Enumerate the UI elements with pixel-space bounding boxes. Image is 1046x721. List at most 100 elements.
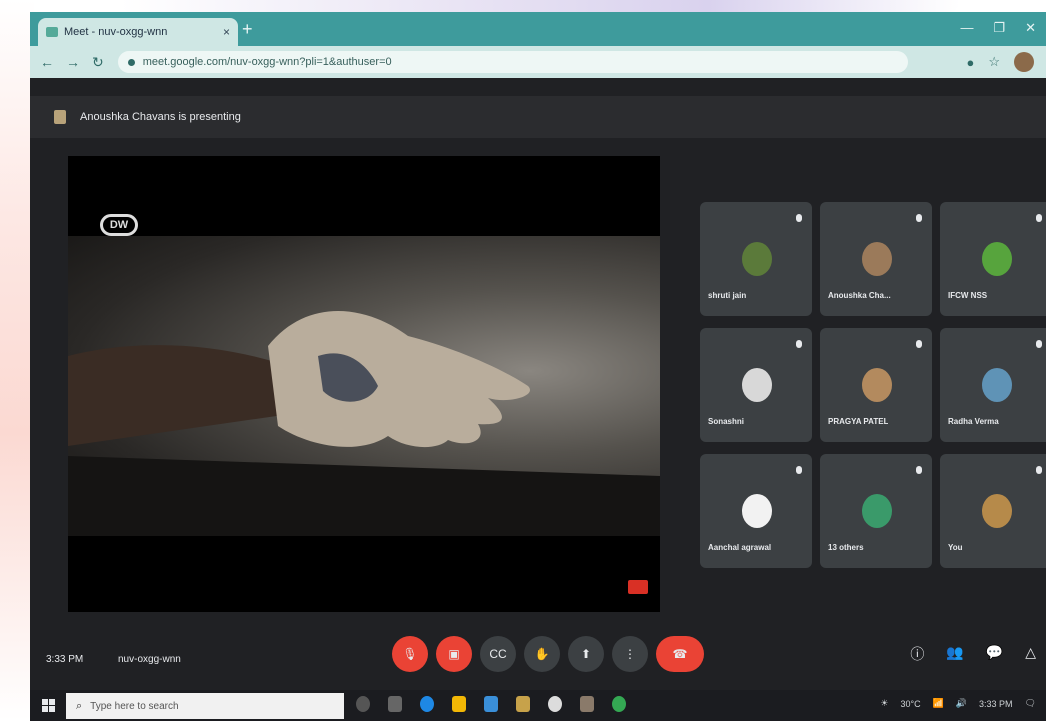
edge-icon[interactable] <box>420 696 434 712</box>
participant-name: You <box>948 543 963 552</box>
meeting-code: nuv-oxgg-wnn <box>118 654 181 665</box>
mic-status-icon <box>796 214 802 222</box>
camera-indicator-icon[interactable]: ● <box>966 55 974 70</box>
url-field[interactable]: meet.google.com/nuv-oxgg-wnn?pli=1&authu… <box>117 51 908 73</box>
windows-start-icon[interactable] <box>42 699 56 713</box>
participant-name: Sonashni <box>708 417 745 426</box>
meet-app: Anoushka Chavans is presenting DW shruti… <box>30 78 1046 690</box>
participant-avatar <box>742 368 772 402</box>
participant-avatar <box>982 368 1012 402</box>
raise-hand-button[interactable]: ✋ <box>524 636 560 672</box>
recording-badge <box>628 580 648 594</box>
meeting-time: 3:33 PM <box>46 654 84 665</box>
close-window-button[interactable]: ✕ <box>1025 20 1036 36</box>
participant-tile[interactable]: Sonashni <box>700 328 812 442</box>
weather-icon[interactable]: ☀ <box>880 698 888 709</box>
chrome-icon[interactable] <box>612 696 626 712</box>
mic-status-icon <box>1036 466 1042 474</box>
participant-tile[interactable]: You <box>940 454 1046 568</box>
nav-buttons: ← → ↻ <box>40 54 104 71</box>
participant-name: shruti jain <box>708 291 747 300</box>
mic-status-icon <box>796 466 802 474</box>
participant-tile[interactable]: shruti jain <box>700 202 812 316</box>
participant-tile[interactable]: Radha Verma <box>940 328 1046 442</box>
shared-video <box>68 236 660 536</box>
profile-avatar[interactable] <box>1014 52 1034 72</box>
hand-image <box>68 311 660 536</box>
reload-icon[interactable]: ↻ <box>92 54 104 71</box>
participant-avatar <box>982 242 1012 276</box>
activities-icon[interactable]: △ <box>1025 644 1036 664</box>
participant-avatar <box>742 242 772 276</box>
search-icon: ⌕ <box>76 699 83 712</box>
mic-status-icon <box>916 466 922 474</box>
end-call-button[interactable]: ☎ <box>656 636 704 672</box>
participant-avatar <box>982 494 1012 528</box>
bookmark-star-icon[interactable]: ☆ <box>988 54 1000 70</box>
participant-tile[interactable]: IFCW NSS <box>940 202 1046 316</box>
taskbar-app-icons <box>356 696 626 712</box>
meeting-side-controls: ⓘ 👥 💬 △ <box>910 644 1036 664</box>
browser-window: Meet - nuv-oxgg-wnn × + — ❐ ✕ ← → ↻ meet… <box>30 12 1046 690</box>
minimize-button[interactable]: — <box>960 20 973 36</box>
mic-status-icon <box>916 340 922 348</box>
task-view-icon[interactable] <box>388 696 402 712</box>
store-icon[interactable] <box>484 696 498 712</box>
info-icon[interactable]: ⓘ <box>910 644 924 664</box>
presenting-banner: Anoushka Chavans is presenting <box>30 96 1046 138</box>
volume-icon[interactable]: 🔊 <box>956 698 967 709</box>
mic-status-icon <box>1036 214 1042 222</box>
lock-icon <box>127 58 135 66</box>
participant-tile[interactable]: 13 others <box>820 454 932 568</box>
back-icon[interactable]: ← <box>40 54 54 71</box>
notification-icon[interactable]: 🗨 <box>1025 698 1036 709</box>
participant-name: PRAGYA PATEL <box>828 417 889 426</box>
more-options-button[interactable]: ⋮ <box>612 636 648 672</box>
mic-status-icon <box>1036 340 1042 348</box>
system-tray: ☀ 30°C 📶 🔊 3:33 PM 🗨 <box>880 698 1036 709</box>
window-controls: — ❐ ✕ <box>960 20 1036 36</box>
participant-name: Anoushka Cha... <box>828 291 891 300</box>
new-tab-button[interactable]: + <box>242 20 253 38</box>
present-button[interactable]: ⬆ <box>568 636 604 672</box>
forward-icon[interactable]: → <box>66 54 80 71</box>
participant-avatar <box>862 494 892 528</box>
file-explorer-icon[interactable] <box>452 696 466 712</box>
meeting-bottom-bar: 3:33 PM nuv-oxgg-wnn 🎙 ▣ CC ✋ ⬆ ⋮ ☎ ⓘ 👥 … <box>30 626 1046 690</box>
tab-meet[interactable]: Meet - nuv-oxgg-wnn × <box>38 18 238 46</box>
address-bar-row: ← → ↻ meet.google.com/nuv-oxgg-wnn?pli=1… <box>30 46 1046 78</box>
meeting-controls: 🎙 ▣ CC ✋ ⬆ ⋮ ☎ <box>392 636 704 672</box>
weather-text: 30°C <box>900 698 921 709</box>
camera-off-button[interactable]: ▣ <box>436 636 472 672</box>
participant-tile[interactable]: PRAGYA PATEL <box>820 328 932 442</box>
clock[interactable]: 3:33 PM <box>979 699 1013 709</box>
chat-icon[interactable]: 💬 <box>986 644 1003 664</box>
participant-tile[interactable]: Anoushka Cha... <box>820 202 932 316</box>
participant-tile[interactable]: Aanchal agrawal <box>700 454 812 568</box>
pinned-app-icon[interactable] <box>580 696 594 712</box>
search-placeholder: Type here to search <box>90 700 179 712</box>
meet-favicon-icon <box>46 27 58 37</box>
tab-title: Meet - nuv-oxgg-wnn <box>64 26 168 38</box>
maximize-button[interactable]: ❐ <box>993 20 1005 36</box>
windows-taskbar: ⌕ Type here to search ☀ 30°C 📶 🔊 3:33 PM… <box>30 690 1046 721</box>
network-icon[interactable]: 📶 <box>933 698 944 709</box>
close-tab-icon[interactable]: × <box>223 25 230 39</box>
participant-avatar <box>862 242 892 276</box>
circle-app-icon[interactable] <box>548 696 562 712</box>
left-background-strip <box>0 0 34 721</box>
cortana-icon[interactable] <box>356 696 370 712</box>
dw-logo: DW <box>100 214 138 236</box>
participant-name: 13 others <box>828 543 864 552</box>
presentation-stage: DW <box>68 156 660 612</box>
participant-name: Aanchal agrawal <box>708 543 772 552</box>
taskbar-search-box[interactable]: ⌕ Type here to search <box>66 693 344 719</box>
people-icon[interactable]: 👥 <box>946 644 963 664</box>
tab-bar: Meet - nuv-oxgg-wnn × + — ❐ ✕ <box>30 12 1046 46</box>
captions-button[interactable]: CC <box>480 636 516 672</box>
participant-avatar <box>742 494 772 528</box>
mic-status-icon <box>916 214 922 222</box>
participant-avatar <box>862 368 892 402</box>
mic-off-button[interactable]: 🎙 <box>392 636 428 672</box>
app-icon[interactable] <box>516 696 530 712</box>
